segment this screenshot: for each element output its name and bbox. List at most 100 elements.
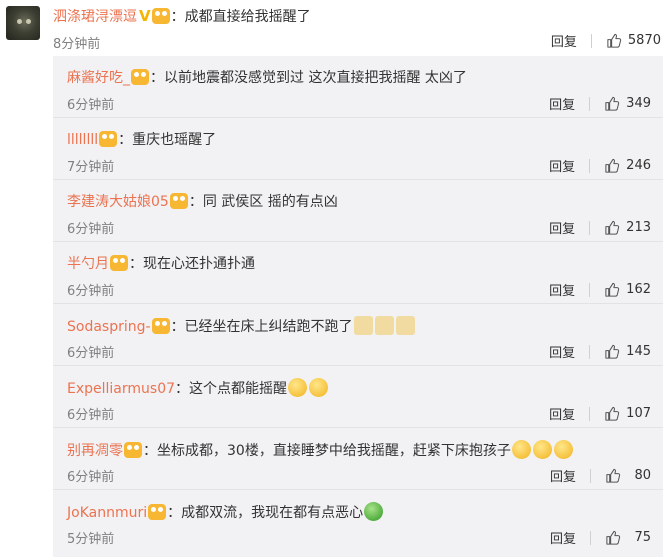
like-count: 349 (626, 96, 651, 111)
reply-button[interactable]: 回复 (549, 342, 575, 361)
thumbs-up-icon[interactable] (605, 468, 621, 484)
list-item: 半勺月 ：现在心还扑通扑通 6分钟前 回复 162 (53, 242, 663, 304)
reply-text: ：坐标成都，30楼，直接睡梦中给我摇醒，赶紧下床抱孩子 (143, 443, 511, 459)
emoji-icon (511, 440, 531, 459)
reply-button[interactable]: 回复 (549, 404, 575, 423)
like-count: 75 (634, 530, 651, 545)
list-item: 别再凋零 ：坐标成都，30楼，直接睡梦中给我摇醒，赶紧下床抱孩子 6分钟前 回复 … (53, 428, 663, 490)
reply-username[interactable]: 半勺月 (67, 256, 109, 272)
reply-button[interactable]: 回复 (549, 218, 575, 237)
reply-time: 7分钟前 (67, 160, 115, 175)
comment-text: ：成都直接给我摇醒了 (170, 9, 311, 25)
reply-button[interactable]: 回复 (549, 156, 575, 175)
reply-time: 6分钟前 (67, 346, 115, 361)
divider (590, 33, 592, 48)
reply-time: 6分钟前 (67, 98, 115, 113)
reply-text: ：这个点都能摇醒 (175, 381, 288, 397)
divider (589, 282, 591, 297)
divider (589, 96, 591, 111)
emoji-icon (309, 378, 329, 397)
member-badge-icon (169, 193, 188, 209)
divider (589, 406, 591, 421)
reply-text: ：以前地震都没感觉到过 这次直接把我摇醒 太凶了 (150, 70, 467, 86)
like-count: 213 (626, 220, 651, 235)
member-badge-icon (99, 131, 118, 147)
top-comment: 泗涤珺浔漂逗 V ：成都直接给我摇醒了 8分钟前 回复 5870 (0, 0, 663, 56)
like-count: 107 (626, 406, 651, 421)
reply-text: ：成都双流，我现在都有点恶心 (167, 505, 364, 521)
reply-actions: 回复 246 (549, 156, 651, 175)
divider (589, 344, 591, 359)
divider (589, 158, 591, 173)
thumbs-up-icon[interactable] (604, 344, 620, 360)
top-comment-line: 泗涤珺浔漂逗 V ：成都直接给我摇醒了 (53, 6, 311, 27)
reply-actions: 回复 349 (549, 94, 651, 113)
reply-username[interactable]: JoKannmuri (67, 505, 147, 521)
list-item: llllllll ：重庆也瑶醒了 7分钟前 回复 246 (53, 118, 663, 180)
comment-username[interactable]: 泗涤珺浔漂逗 (53, 9, 137, 25)
reply-text: ：现在心还扑通扑通 (129, 256, 255, 272)
divider (590, 468, 591, 483)
divider (590, 530, 591, 545)
emoji-icon (532, 440, 552, 459)
like-count: 246 (626, 158, 651, 173)
reply-actions: 回复 162 (549, 280, 651, 299)
thumbs-up-icon[interactable] (604, 406, 620, 422)
reply-username[interactable]: 李建涛大姑娘05 (67, 194, 169, 210)
reply-text: ：已经坐在床上纠结跑不跑了 (170, 319, 353, 335)
comment-actions: 回复 5870 (551, 31, 661, 50)
member-badge-icon (148, 504, 167, 520)
reply-username[interactable]: Sodaspring- (67, 319, 151, 335)
member-badge-icon (124, 442, 142, 458)
thumbs-up-icon[interactable] (605, 530, 621, 546)
reply-button[interactable]: 回复 (551, 31, 577, 50)
emoji-icon (395, 316, 415, 335)
reply-actions: 回复 80 (550, 466, 651, 485)
member-badge-icon (110, 255, 128, 271)
thumbs-up-icon[interactable] (606, 33, 622, 49)
reply-text: ：重庆也瑶醒了 (118, 132, 217, 148)
thumbs-up-icon[interactable] (604, 96, 620, 112)
reply-text: ：同 武侯区 摇的有点凶 (188, 194, 338, 210)
like-count: 80 (634, 468, 651, 483)
reply-time: 6分钟前 (67, 470, 115, 485)
emoji-icon (374, 316, 394, 335)
reply-actions: 回复 145 (549, 342, 651, 361)
reply-username[interactable]: 麻酱好吃_ (67, 70, 130, 86)
reply-button[interactable]: 回复 (550, 466, 576, 485)
reply-actions: 回复 213 (549, 218, 651, 237)
thumbs-up-icon[interactable] (604, 220, 620, 236)
member-badge-icon (131, 69, 149, 85)
reply-time: 5分钟前 (67, 532, 115, 547)
member-badge-icon (151, 318, 170, 334)
member-badge-icon (151, 8, 170, 24)
avatar[interactable] (6, 6, 40, 40)
reply-list: 麻酱好吃_ ：以前地震都没感觉到过 这次直接把我摇醒 太凶了 6分钟前 回复 34… (53, 56, 663, 557)
reply-button[interactable]: 回复 (549, 280, 575, 299)
list-item: JoKannmuri ：成都双流，我现在都有点恶心 5分钟前 回复 75 (53, 490, 663, 552)
v-badge-icon: V (139, 7, 151, 25)
like-count: 5870 (627, 33, 661, 48)
thumbs-up-icon[interactable] (604, 158, 620, 174)
reply-username[interactable]: Expelliarmus07 (67, 381, 175, 397)
emoji-icon (553, 440, 573, 459)
emoji-icon (353, 316, 373, 335)
reply-time: 6分钟前 (67, 408, 115, 423)
like-count: 162 (626, 282, 651, 297)
reply-button[interactable]: 回复 (550, 528, 576, 547)
emoji-icon (288, 378, 308, 397)
reply-time: 6分钟前 (67, 222, 115, 237)
reply-actions: 回复 75 (550, 528, 651, 547)
thumbs-up-icon[interactable] (604, 282, 620, 298)
comment-time: 8分钟前 (53, 37, 101, 52)
reply-username[interactable]: 别再凋零 (67, 443, 123, 459)
reply-username[interactable]: llllllll (67, 132, 98, 148)
like-count: 145 (626, 344, 651, 359)
list-item: Sodaspring- ：已经坐在床上纠结跑不跑了 6分钟前 回复 145 (53, 304, 663, 366)
list-item: Expelliarmus07：这个点都能摇醒 6分钟前 回复 107 (53, 366, 663, 428)
list-item: 李建涛大姑娘05 ：同 武侯区 摇的有点凶 6分钟前 回复 213 (53, 180, 663, 242)
reply-button[interactable]: 回复 (549, 94, 575, 113)
reply-actions: 回复 107 (549, 404, 651, 423)
divider (589, 220, 591, 235)
emoji-icon (364, 502, 384, 521)
